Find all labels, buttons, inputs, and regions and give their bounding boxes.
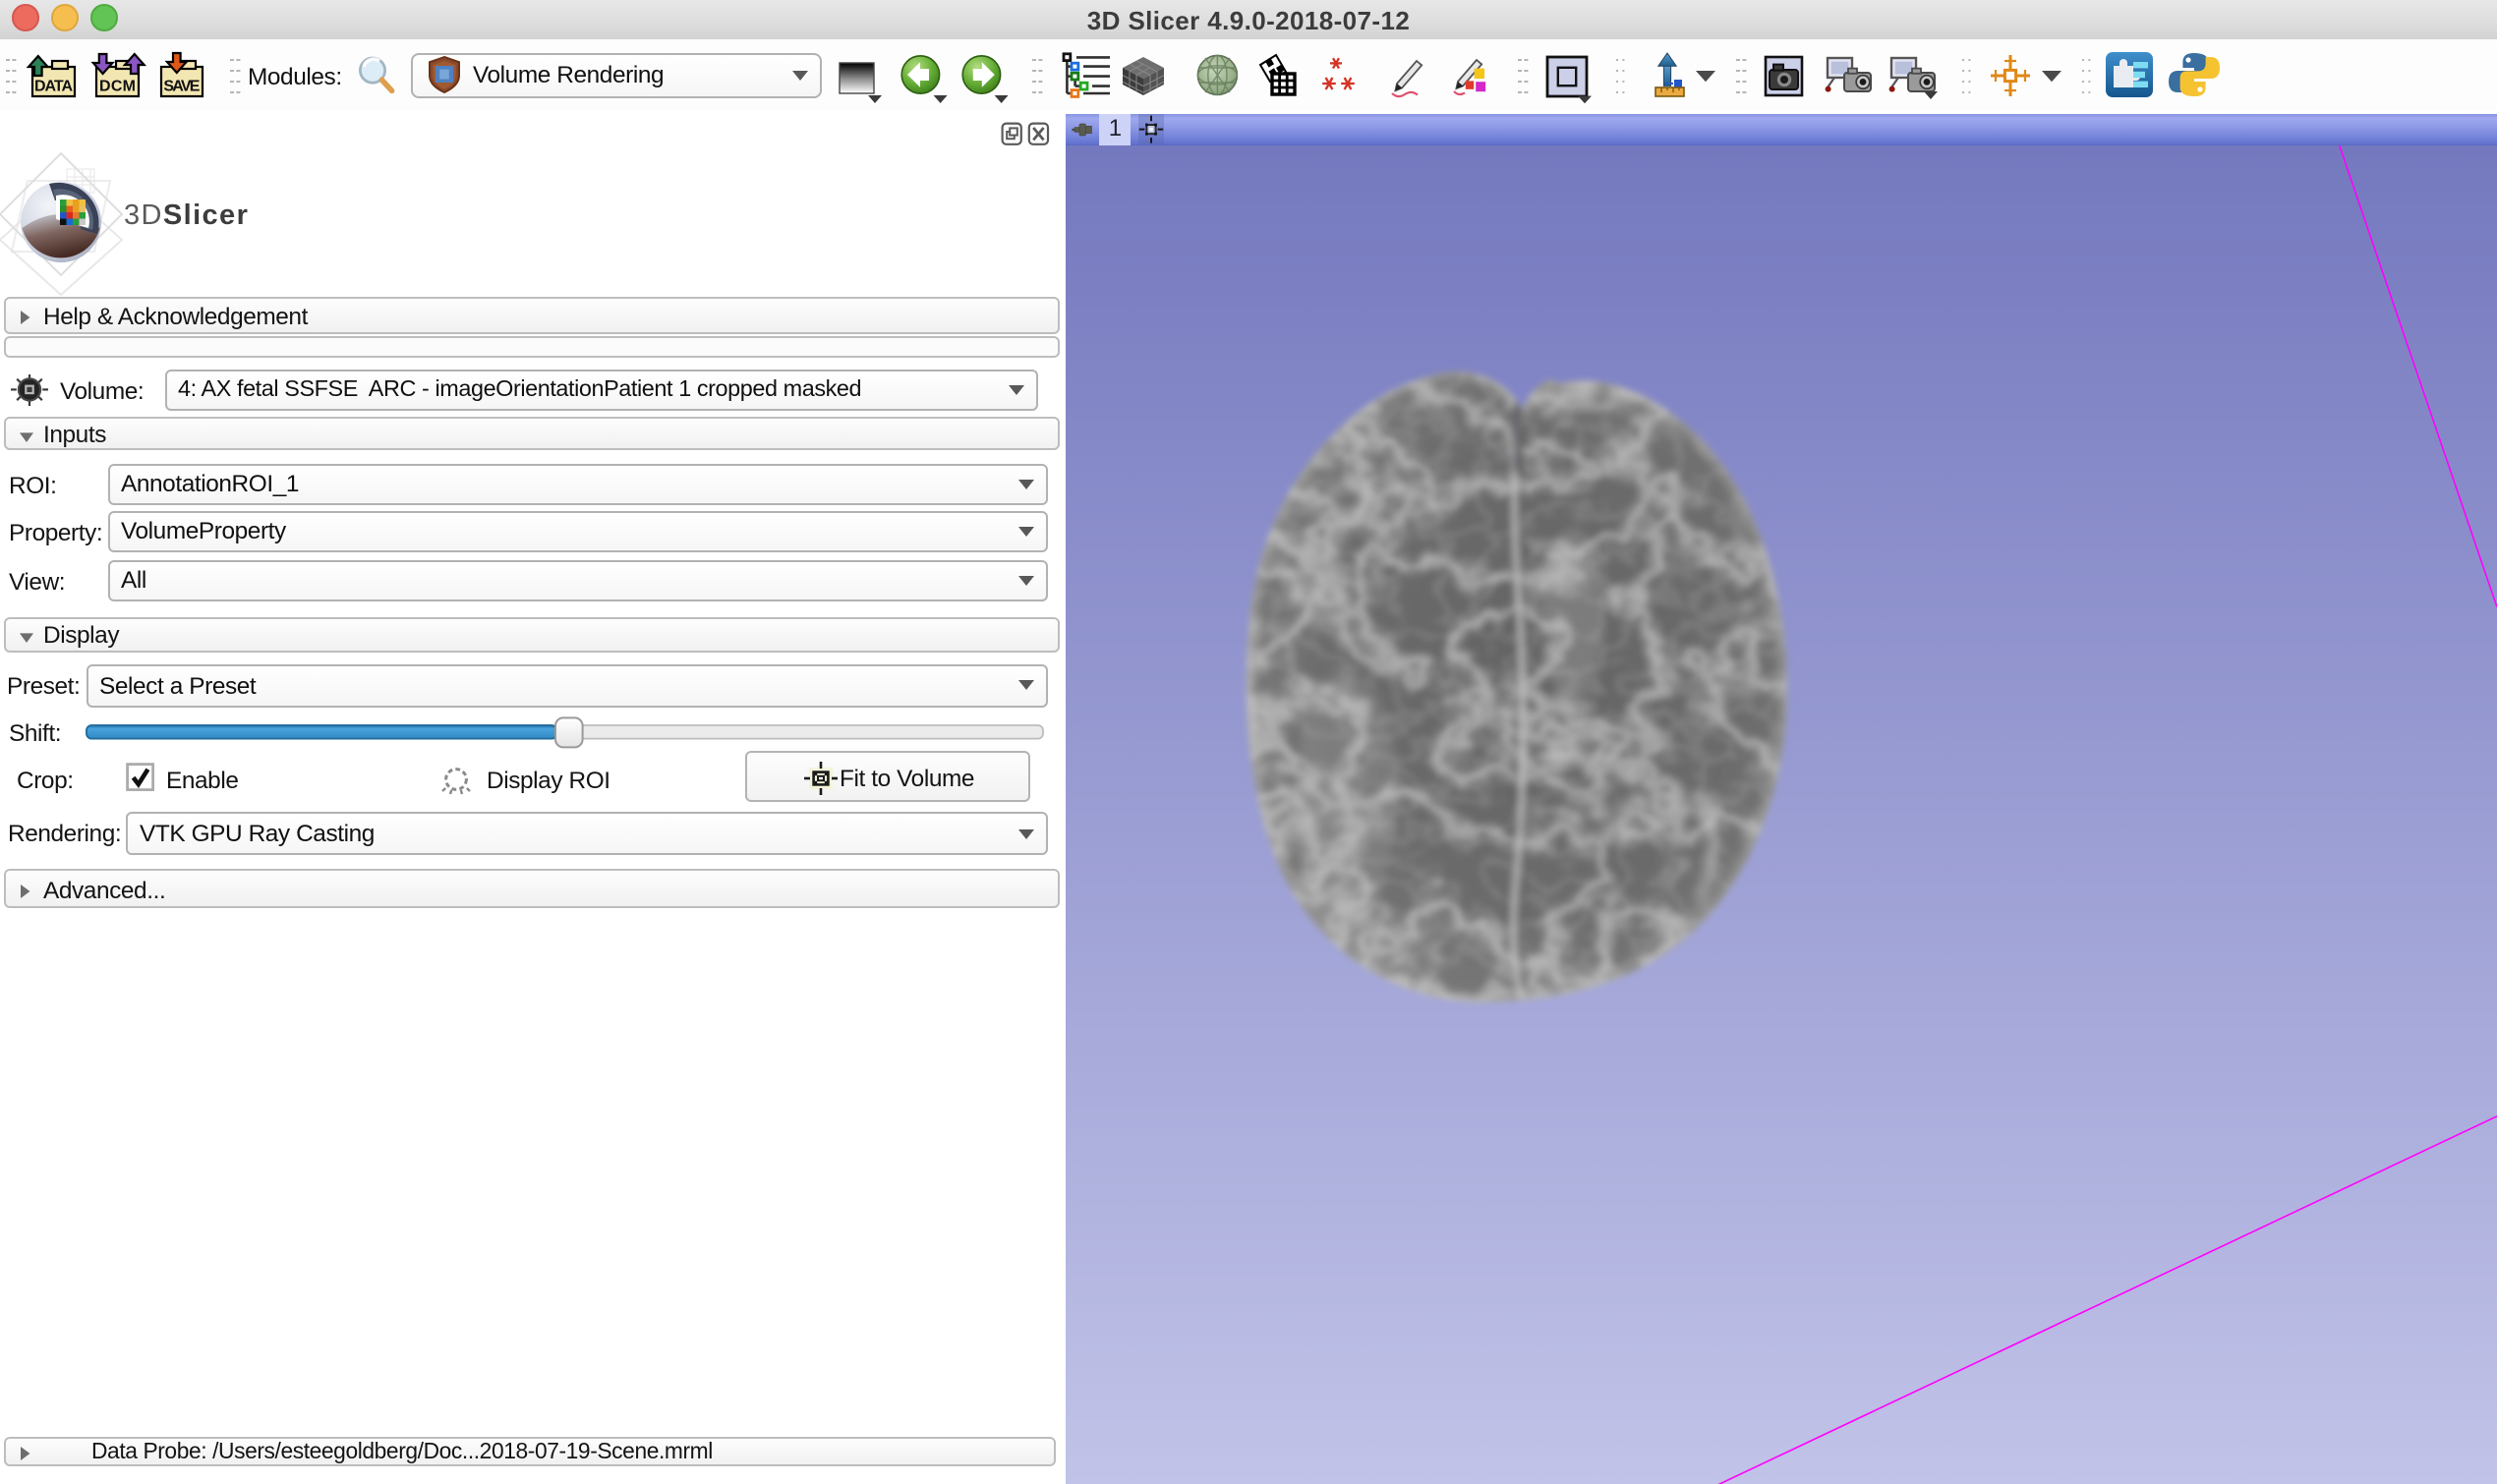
svg-text:DCM: DCM [99, 79, 136, 95]
svg-text:DATA: DATA [34, 79, 73, 95]
svg-text:3DSlicer: 3DSlicer [124, 200, 249, 231]
svg-text:SAVE: SAVE [163, 79, 200, 95]
